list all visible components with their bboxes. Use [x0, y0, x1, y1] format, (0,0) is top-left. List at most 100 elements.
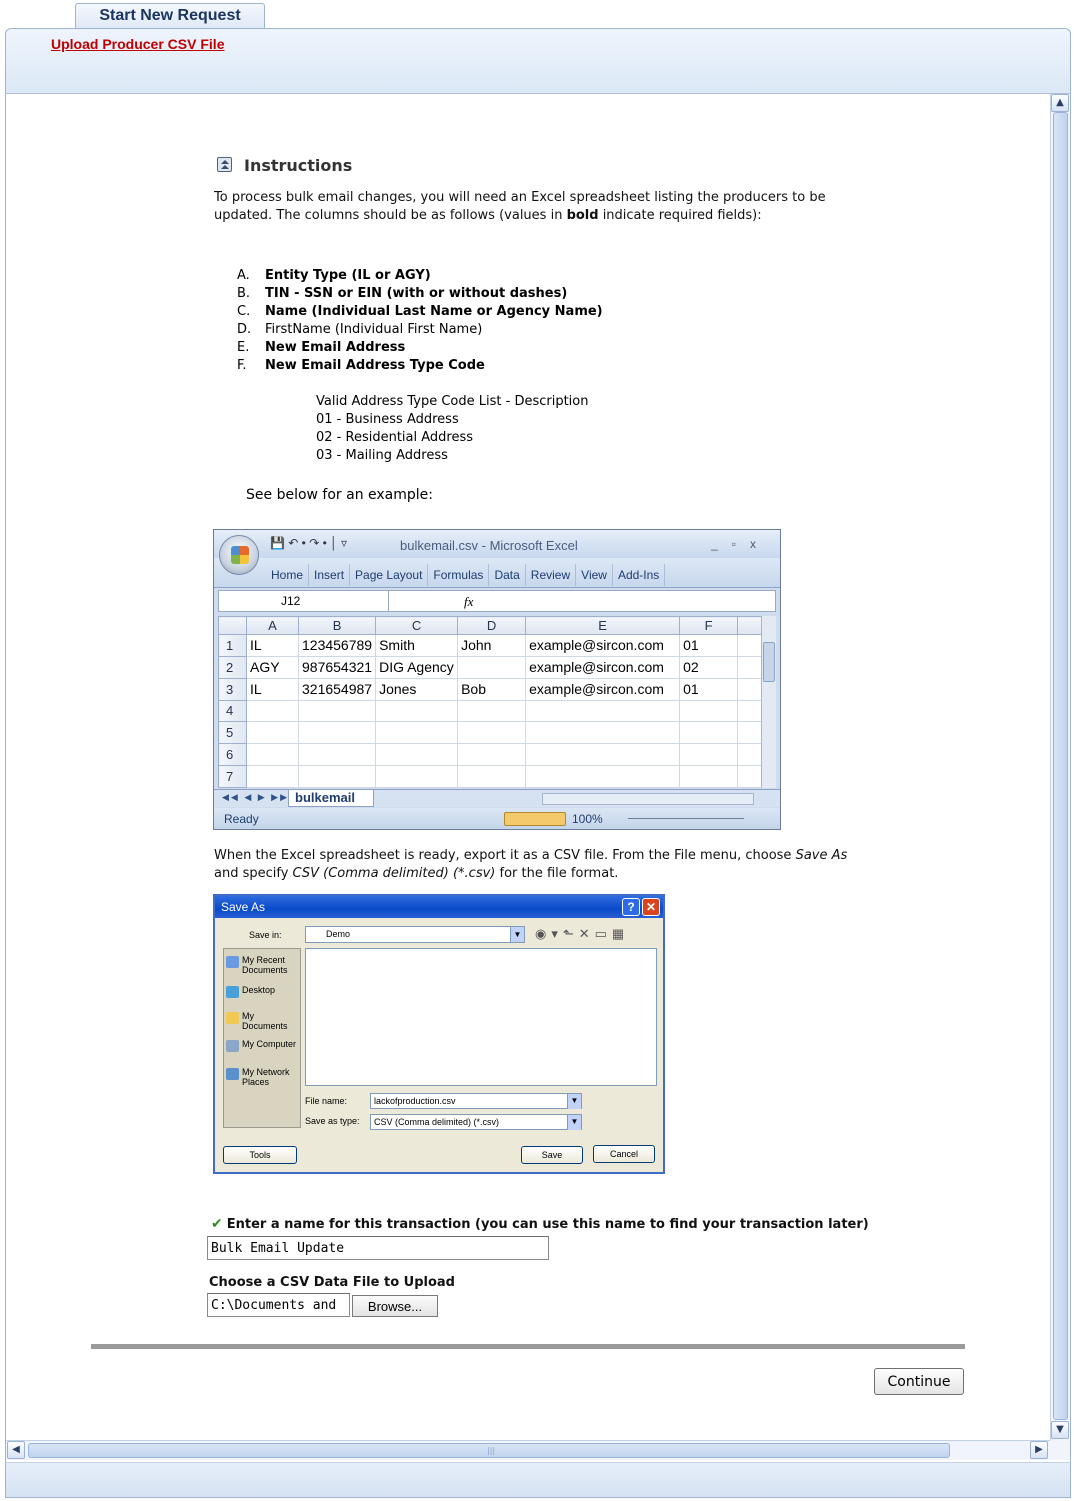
cell	[679, 743, 739, 767]
browse-button[interactable]: Browse...	[352, 1295, 438, 1317]
horizontal-scrollbar[interactable]: ◀ ||| ▶	[6, 1440, 1050, 1460]
folder-icon	[226, 1012, 239, 1024]
name-box: J12	[219, 591, 389, 611]
arrow-up-icon[interactable]: ▲	[1051, 94, 1069, 112]
csv-file-path-input[interactable]	[207, 1293, 350, 1317]
cell	[375, 743, 459, 767]
place-item: My Network Places	[226, 1067, 300, 1087]
cell	[297, 699, 377, 723]
page-header: Upload Producer CSV File	[5, 28, 1071, 94]
table-row: 1 IL 123456789 Smith John example@sircon.com 0…	[218, 634, 763, 657]
save-in-value: Demo	[326, 929, 351, 939]
cell: 123456789	[297, 634, 377, 657]
address-type-codes: Valid Address Type Code List - Descripti…	[316, 393, 589, 465]
place-label: My Documents	[242, 1011, 288, 1031]
spreadsheet-grid: A B C D E F 1 IL 123456789 Smith John example…	[218, 616, 763, 788]
arrow-down-icon[interactable]: ▼	[1051, 1421, 1069, 1439]
divider	[91, 1344, 965, 1349]
file-name-label: File name:	[305, 1096, 348, 1106]
cell: Bob	[457, 677, 527, 701]
dialog-title: Save As	[215, 896, 663, 918]
cell	[679, 699, 739, 723]
grip-icon: |||	[487, 1446, 496, 1455]
table-row: 3 IL 321654987 Jones Bob example@sircon.com 01	[218, 677, 763, 701]
corner-cell	[218, 616, 247, 635]
code-item: 01 - Business Address	[316, 412, 459, 427]
formula-bar: J12 fx	[218, 590, 776, 612]
cell	[525, 699, 681, 723]
list-text: TIN - SSN or EIN (with or without dashes…	[265, 286, 568, 301]
transaction-name-label-text: Enter a name for this transaction (you c…	[226, 1217, 869, 1232]
cell: 02	[679, 655, 739, 679]
place-item: Desktop	[226, 985, 300, 998]
excel-status-bar: Ready 100%	[214, 808, 780, 829]
ribbon-tabs: Home Insert Page Layout Formulas Data Re…	[266, 564, 666, 586]
row-header: 5	[218, 721, 247, 745]
vertical-scrollbar[interactable]: ▲ ▼	[1050, 94, 1070, 1440]
list-item: E. New Email Address	[237, 339, 603, 357]
close-icon: ✕	[642, 898, 660, 916]
status-text: Ready	[224, 812, 259, 826]
csv-file-label: Choose a CSV Data File to Upload	[209, 1275, 455, 1290]
computer-icon	[226, 1040, 239, 1052]
cell: example@sircon.com	[525, 655, 681, 679]
fx-icon: fx	[464, 594, 474, 609]
cell	[457, 721, 527, 745]
export-csv-format: CSV (Comma delimited) (*.csv)	[292, 866, 496, 881]
save-in-label: Save in:	[249, 930, 282, 940]
tools-button: Tools	[223, 1146, 297, 1164]
cell	[297, 743, 377, 767]
page-footer	[5, 1462, 1071, 1498]
list-letter: C.	[237, 304, 251, 319]
column-list: A. Entity Type (IL or AGY) B. TIN - SSN or…	[237, 267, 603, 375]
view-buttons-icon	[504, 812, 566, 826]
cell: John	[457, 634, 527, 657]
list-text: Name (Individual Last Name or Agency Nam…	[265, 304, 603, 319]
help-icon: ?	[622, 898, 640, 916]
arrow-right-icon[interactable]: ▶	[1030, 1441, 1048, 1459]
intro-bold-word: bold	[566, 208, 599, 223]
row-header: 6	[218, 743, 247, 767]
cell	[737, 721, 763, 745]
collapse-icon[interactable]	[217, 157, 232, 172]
column-header: C	[375, 616, 459, 635]
list-letter: A.	[237, 268, 250, 283]
intro-text-2: indicate required fields):	[598, 208, 762, 223]
cell: 01	[679, 677, 739, 701]
list-letter: D.	[237, 322, 252, 337]
zoom-level: 100%	[572, 812, 603, 826]
cell	[297, 765, 377, 788]
cell: DIG Agency	[375, 655, 459, 679]
ribbon-tab: Formulas	[428, 564, 490, 586]
scroll-corner	[1050, 1440, 1070, 1460]
sheet-tab-bar: ◀◀ ◀ ▶ ▶▶ bulkemail	[214, 789, 780, 807]
transaction-name-input[interactable]	[207, 1236, 549, 1260]
save-as-dialog-image: Save As ? ✕ Save in: Demo ▼ ◉▾⬑✕▭▦ My Rec…	[213, 894, 665, 1174]
cell	[737, 699, 763, 723]
column-header: F	[679, 616, 739, 635]
cell	[375, 699, 459, 723]
codes-heading: Valid Address Type Code List - Descripti…	[316, 394, 589, 409]
upload-producer-csv-link[interactable]: Upload Producer CSV File	[51, 36, 224, 52]
table-row: 7	[218, 765, 763, 788]
instructions-header[interactable]: Instructions	[217, 156, 352, 175]
continue-button[interactable]: Continue	[874, 1368, 964, 1395]
cell: AGY	[246, 655, 299, 679]
export-save-as: Save As	[795, 848, 848, 863]
cell	[737, 743, 763, 767]
save-type-field: CSV (Comma delimited) (*.csv) ▼	[370, 1114, 582, 1130]
excel-title-bar: 💾 ↶ • ↷ • │ ▿ bulkemail.csv - Microsoft …	[214, 530, 780, 558]
place-item: My Computer	[226, 1039, 300, 1052]
horizontal-scroll-thumb[interactable]: |||	[28, 1443, 950, 1458]
network-icon	[226, 1068, 239, 1080]
file-list-area	[305, 948, 657, 1086]
chevron-down-icon: ▼	[567, 1094, 581, 1109]
place-item: My Documents	[226, 1011, 300, 1031]
excel-ribbon: Home Insert Page Layout Formulas Data Re…	[214, 558, 780, 588]
ribbon-tab: View	[576, 564, 613, 586]
arrow-left-icon[interactable]: ◀	[7, 1441, 25, 1459]
vertical-scroll-thumb[interactable]	[1053, 112, 1068, 1420]
window-controls-icon: _▫x	[711, 537, 770, 551]
cell	[679, 765, 739, 788]
tab-start-new-request[interactable]: Start New Request	[75, 3, 265, 29]
